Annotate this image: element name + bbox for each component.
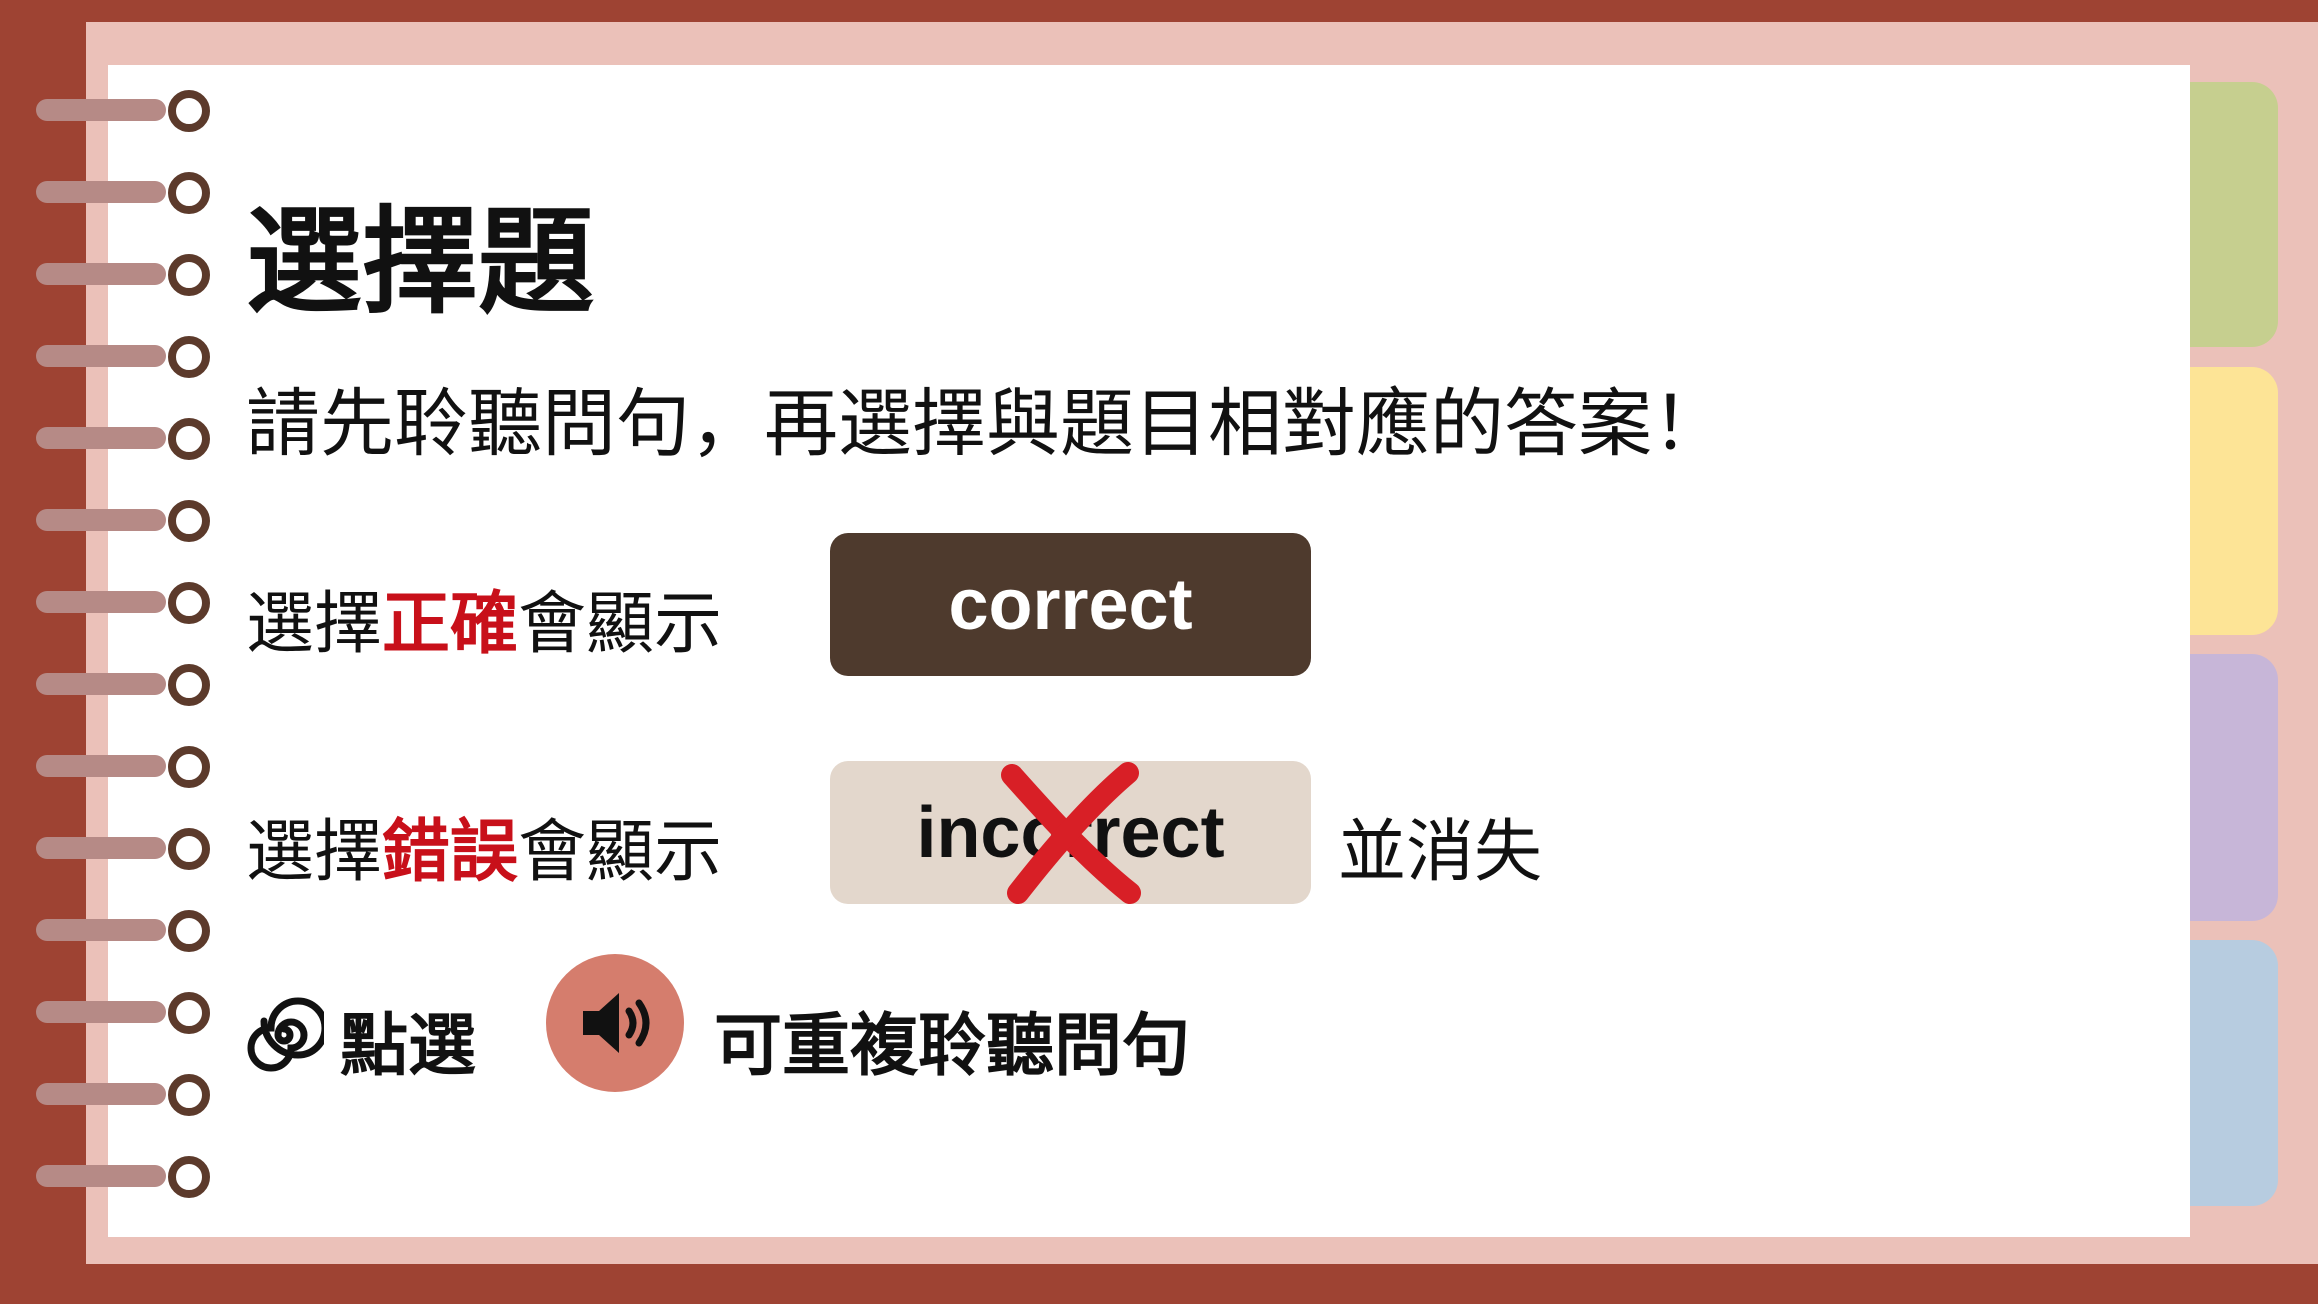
speaker-icon [583, 993, 650, 1053]
correct-answer-sample-button: correct [830, 533, 1311, 676]
replay-instruction-text: 可重複聆聽問句 [714, 1007, 1191, 1086]
click-instruction-label: 點選 [340, 1007, 477, 1086]
binding-ring [36, 418, 210, 460]
binding-ring [36, 1074, 210, 1116]
binding-ring [36, 828, 210, 870]
binding-ring [36, 500, 210, 542]
replay-audio-button[interactable] [546, 954, 684, 1092]
incorrect-explanation: 選擇錯誤會顯示 [246, 796, 722, 895]
incorrect-prefix: 選擇 [246, 813, 383, 892]
binding-ring [36, 910, 210, 952]
correct-button-label: correct [948, 564, 1193, 645]
binding-ring [36, 172, 210, 214]
binding-ring [36, 992, 210, 1034]
binding-ring [36, 582, 210, 624]
correct-explanation: 選擇正確會顯示 [246, 568, 722, 667]
correct-keyword: 正確 [382, 585, 519, 664]
instruction-text: 請先聆聽問句，再選擇與題目相對應的答案！ [246, 381, 1726, 467]
binding-ring [36, 90, 210, 132]
correct-prefix: 選擇 [246, 585, 383, 664]
binding-ring [36, 254, 210, 296]
page-title: 選擇題 [246, 195, 594, 330]
correct-suffix: 會顯示 [518, 585, 723, 664]
incorrect-suffix: 會顯示 [518, 813, 723, 892]
binding-ring [36, 336, 210, 378]
incorrect-keyword: 錯誤 [382, 813, 519, 892]
x-mark-icon [1001, 762, 1141, 904]
binding-ring [36, 1156, 210, 1198]
spiral-icon [247, 997, 324, 1072]
disappear-text: 並消失 [1338, 813, 1543, 892]
binding-ring [36, 664, 210, 706]
binding-ring [36, 746, 210, 788]
